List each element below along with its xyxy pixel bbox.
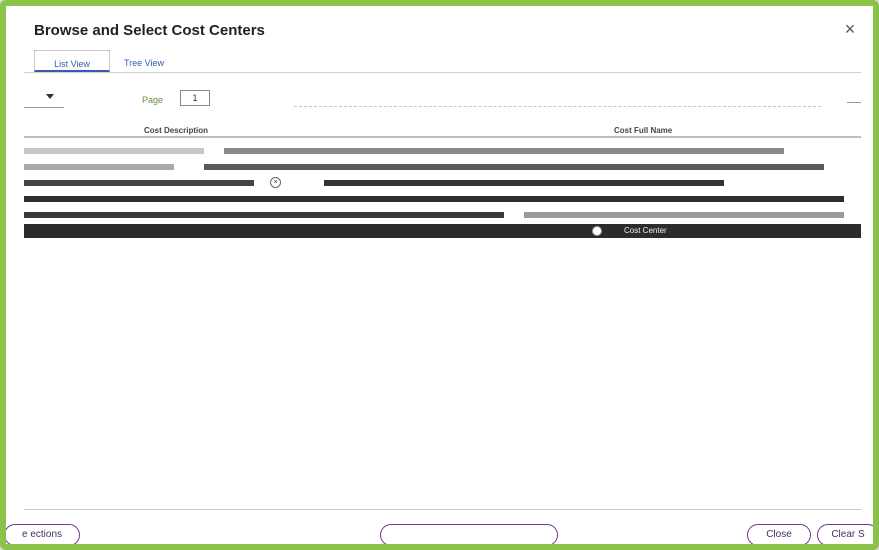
row-cell xyxy=(24,180,254,186)
grid-empty-area xyxy=(24,254,861,510)
header-divider xyxy=(24,136,861,138)
table-row[interactable]: × xyxy=(24,176,861,190)
table-row[interactable] xyxy=(24,208,861,222)
tab-divider xyxy=(24,72,861,73)
close-button[interactable]: Close xyxy=(747,524,811,544)
row-cell xyxy=(224,148,784,154)
chevron-down-icon xyxy=(46,94,54,99)
page-number-input[interactable]: 1 xyxy=(180,90,210,106)
dialog-frame: Browse and Select Cost Centers × List Vi… xyxy=(0,0,879,550)
row-cell xyxy=(24,148,204,154)
action-button[interactable] xyxy=(380,524,558,544)
page-label: Page xyxy=(142,95,164,105)
tab-list-view[interactable]: List View xyxy=(34,50,110,72)
radio-icon[interactable] xyxy=(592,226,602,236)
filter-bar[interactable] xyxy=(294,93,821,107)
page-size-select[interactable] xyxy=(24,90,64,108)
table-row[interactable] xyxy=(24,144,861,158)
dialog-footer: e ections Close Clear S xyxy=(6,518,873,544)
row-icon: × xyxy=(270,177,281,188)
row-cell xyxy=(24,164,174,170)
dialog-title: Browse and Select Cost Centers xyxy=(34,22,265,39)
row-cell xyxy=(324,180,724,186)
clear-selections-button[interactable]: Clear S xyxy=(817,524,873,544)
row-cell xyxy=(204,164,824,170)
table-row[interactable] xyxy=(24,160,861,174)
close-icon[interactable]: × xyxy=(841,20,859,38)
tab-tree-view[interactable]: Tree View xyxy=(124,50,174,72)
selections-button[interactable]: e ections xyxy=(6,524,80,544)
row-cell xyxy=(524,212,844,218)
cost-center-grid: Cost Description Cost Full Name × Cost C… xyxy=(24,122,861,252)
row-cell xyxy=(24,212,504,218)
table-row-selected[interactable]: Cost Center xyxy=(24,224,861,238)
dialog-header: Browse and Select Cost Centers × xyxy=(14,12,865,48)
selected-row-label: Cost Center xyxy=(624,226,667,235)
table-row[interactable] xyxy=(24,192,861,206)
grid-toolbar: Page 1 xyxy=(24,90,861,112)
toolbar-divider xyxy=(847,102,861,103)
row-cell xyxy=(24,196,844,202)
